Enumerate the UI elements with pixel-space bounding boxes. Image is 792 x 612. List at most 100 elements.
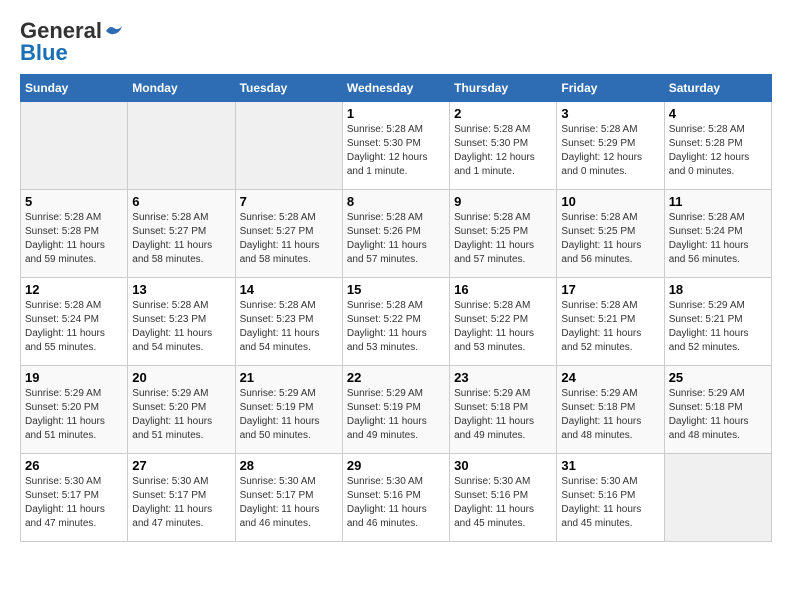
calendar-cell: 15Sunrise: 5:28 AM Sunset: 5:22 PM Dayli… [342, 278, 449, 366]
calendar-cell: 17 Sunrise: 5:28 AM Sunset: 5:21 PM Dayli… [557, 278, 664, 366]
calendar-cell: 25 Sunrise: 5:29 AM Sunset: 5:18 PM Dayli… [664, 366, 771, 454]
day-info: Sunrise: 5:28 AM Sunset: 5:27 PM Dayligh… [132, 211, 230, 267]
day-number: 5 [25, 194, 123, 209]
calendar-cell: 3 Sunrise: 5:28 AM Sunset: 5:29 PM Daylig… [557, 102, 664, 190]
calendar-cell: 16 Sunrise: 5:28 AM Sunset: 5:22 PM Dayli… [450, 278, 557, 366]
day-info: Sunrise: 5:29 AM Sunset: 5:21 PM Dayligh… [669, 299, 767, 355]
day-number: 13 [132, 282, 230, 297]
calendar-cell: 4 Sunrise: 5:28 AM Sunset: 5:28 PM Daylig… [664, 102, 771, 190]
day-info: Sunrise: 5:28 AM Sunset: 5:28 PM Dayligh… [669, 123, 767, 179]
calendar-table: SundayMondayTuesdayWednesdayThursdayFrid… [20, 74, 772, 542]
calendar-cell: 12Sunrise: 5:28 AM Sunset: 5:24 PM Dayli… [21, 278, 128, 366]
day-info: Sunrise: 5:28 AM Sunset: 5:24 PM Dayligh… [669, 211, 767, 267]
day-info: Sunrise: 5:28 AM Sunset: 5:23 PM Dayligh… [132, 299, 230, 355]
day-number: 14 [240, 282, 338, 297]
calendar-cell: 30 Sunrise: 5:30 AM Sunset: 5:16 PM Dayli… [450, 454, 557, 542]
day-info: Sunrise: 5:28 AM Sunset: 5:28 PM Dayligh… [25, 211, 123, 267]
day-number: 1 [347, 106, 445, 121]
day-info: Sunrise: 5:30 AM Sunset: 5:16 PM Dayligh… [561, 475, 659, 531]
day-number: 21 [240, 370, 338, 385]
day-number: 16 [454, 282, 552, 297]
calendar-cell: 24 Sunrise: 5:29 AM Sunset: 5:18 PM Dayli… [557, 366, 664, 454]
day-number: 18 [669, 282, 767, 297]
calendar-cell: 28Sunrise: 5:30 AM Sunset: 5:17 PM Dayli… [235, 454, 342, 542]
day-number: 10 [561, 194, 659, 209]
day-info: Sunrise: 5:28 AM Sunset: 5:26 PM Dayligh… [347, 211, 445, 267]
day-number: 4 [669, 106, 767, 121]
day-of-week-header: Tuesday [235, 75, 342, 102]
calendar-cell: 11 Sunrise: 5:28 AM Sunset: 5:24 PM Dayli… [664, 190, 771, 278]
day-number: 24 [561, 370, 659, 385]
calendar-week-row: 12Sunrise: 5:28 AM Sunset: 5:24 PM Dayli… [21, 278, 772, 366]
day-info: Sunrise: 5:28 AM Sunset: 5:30 PM Dayligh… [454, 123, 552, 179]
day-number: 30 [454, 458, 552, 473]
logo-bird-icon [104, 23, 124, 39]
day-number: 31 [561, 458, 659, 473]
calendar-cell: 31 Sunrise: 5:30 AM Sunset: 5:16 PM Dayli… [557, 454, 664, 542]
logo-blue-text: Blue [20, 42, 68, 64]
day-number: 7 [240, 194, 338, 209]
calendar-cell: 27Sunrise: 5:30 AM Sunset: 5:17 PM Dayli… [128, 454, 235, 542]
calendar-cell: 10 Sunrise: 5:28 AM Sunset: 5:25 PM Dayli… [557, 190, 664, 278]
day-of-week-header: Thursday [450, 75, 557, 102]
day-number: 25 [669, 370, 767, 385]
day-number: 2 [454, 106, 552, 121]
calendar-cell [128, 102, 235, 190]
day-info: Sunrise: 5:29 AM Sunset: 5:19 PM Dayligh… [347, 387, 445, 443]
day-info: Sunrise: 5:28 AM Sunset: 5:22 PM Dayligh… [454, 299, 552, 355]
day-info: Sunrise: 5:28 AM Sunset: 5:24 PM Dayligh… [25, 299, 123, 355]
day-info: Sunrise: 5:28 AM Sunset: 5:29 PM Dayligh… [561, 123, 659, 179]
calendar-cell: 6 Sunrise: 5:28 AM Sunset: 5:27 PM Daylig… [128, 190, 235, 278]
calendar-cell [235, 102, 342, 190]
day-number: 6 [132, 194, 230, 209]
calendar-cell: 9 Sunrise: 5:28 AM Sunset: 5:25 PM Daylig… [450, 190, 557, 278]
calendar-cell: 5 Sunrise: 5:28 AM Sunset: 5:28 PM Daylig… [21, 190, 128, 278]
day-info: Sunrise: 5:29 AM Sunset: 5:18 PM Dayligh… [669, 387, 767, 443]
day-of-week-header: Wednesday [342, 75, 449, 102]
calendar-cell: 2 Sunrise: 5:28 AM Sunset: 5:30 PM Daylig… [450, 102, 557, 190]
logo: General Blue [20, 20, 124, 64]
day-number: 8 [347, 194, 445, 209]
day-number: 3 [561, 106, 659, 121]
logo-text: General [20, 20, 102, 42]
day-info: Sunrise: 5:28 AM Sunset: 5:21 PM Dayligh… [561, 299, 659, 355]
day-info: Sunrise: 5:29 AM Sunset: 5:20 PM Dayligh… [132, 387, 230, 443]
day-info: Sunrise: 5:30 AM Sunset: 5:16 PM Dayligh… [454, 475, 552, 531]
calendar-cell: 14 Sunrise: 5:28 AM Sunset: 5:23 PM Dayli… [235, 278, 342, 366]
day-info: Sunrise: 5:29 AM Sunset: 5:19 PM Dayligh… [240, 387, 338, 443]
day-number: 17 [561, 282, 659, 297]
calendar-cell: 23 Sunrise: 5:29 AM Sunset: 5:18 PM Dayli… [450, 366, 557, 454]
calendar-week-row: 5 Sunrise: 5:28 AM Sunset: 5:28 PM Daylig… [21, 190, 772, 278]
day-info: Sunrise: 5:28 AM Sunset: 5:25 PM Dayligh… [454, 211, 552, 267]
day-number: 23 [454, 370, 552, 385]
calendar-cell: 19 Sunrise: 5:29 AM Sunset: 5:20 PM Dayli… [21, 366, 128, 454]
calendar-cell: 13 Sunrise: 5:28 AM Sunset: 5:23 PM Dayli… [128, 278, 235, 366]
day-info: Sunrise: 5:29 AM Sunset: 5:18 PM Dayligh… [454, 387, 552, 443]
day-number: 19 [25, 370, 123, 385]
day-number: 9 [454, 194, 552, 209]
day-info: Sunrise: 5:28 AM Sunset: 5:30 PM Dayligh… [347, 123, 445, 179]
calendar-cell: 8 Sunrise: 5:28 AM Sunset: 5:26 PM Daylig… [342, 190, 449, 278]
calendar-header-row: SundayMondayTuesdayWednesdayThursdayFrid… [21, 75, 772, 102]
day-info: Sunrise: 5:29 AM Sunset: 5:20 PM Dayligh… [25, 387, 123, 443]
day-number: 22 [347, 370, 445, 385]
day-info: Sunrise: 5:30 AM Sunset: 5:16 PM Dayligh… [347, 475, 445, 531]
calendar-cell: 21 Sunrise: 5:29 AM Sunset: 5:19 PM Dayli… [235, 366, 342, 454]
calendar-week-row: 19 Sunrise: 5:29 AM Sunset: 5:20 PM Dayli… [21, 366, 772, 454]
calendar-cell: 7Sunrise: 5:28 AM Sunset: 5:27 PM Daylig… [235, 190, 342, 278]
calendar-cell: 1 Sunrise: 5:28 AM Sunset: 5:30 PM Daylig… [342, 102, 449, 190]
day-number: 11 [669, 194, 767, 209]
calendar-cell: 29Sunrise: 5:30 AM Sunset: 5:16 PM Dayli… [342, 454, 449, 542]
day-info: Sunrise: 5:28 AM Sunset: 5:25 PM Dayligh… [561, 211, 659, 267]
calendar-cell [664, 454, 771, 542]
day-info: Sunrise: 5:28 AM Sunset: 5:22 PM Dayligh… [347, 299, 445, 355]
calendar-cell: 18 Sunrise: 5:29 AM Sunset: 5:21 PM Dayli… [664, 278, 771, 366]
day-of-week-header: Sunday [21, 75, 128, 102]
day-number: 26 [25, 458, 123, 473]
calendar-cell: 26 Sunrise: 5:30 AM Sunset: 5:17 PM Dayli… [21, 454, 128, 542]
day-info: Sunrise: 5:29 AM Sunset: 5:18 PM Dayligh… [561, 387, 659, 443]
day-info: Sunrise: 5:30 AM Sunset: 5:17 PM Dayligh… [240, 475, 338, 531]
day-info: Sunrise: 5:28 AM Sunset: 5:23 PM Dayligh… [240, 299, 338, 355]
day-info: Sunrise: 5:30 AM Sunset: 5:17 PM Dayligh… [25, 475, 123, 531]
day-of-week-header: Friday [557, 75, 664, 102]
